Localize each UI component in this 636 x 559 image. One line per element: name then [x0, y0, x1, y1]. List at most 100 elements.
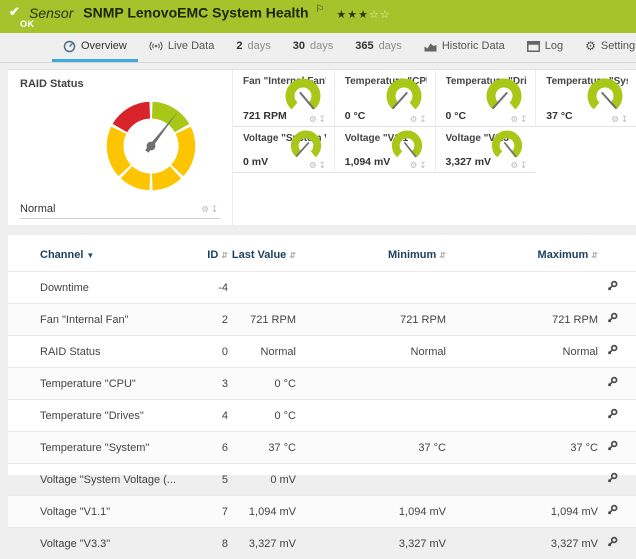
gear-icon[interactable]: ⚙	[410, 114, 420, 124]
cell-tools[interactable]	[598, 496, 636, 528]
tab-log[interactable]: Log	[516, 33, 574, 62]
sort-icon: ⇵	[221, 251, 228, 260]
cell-tools[interactable]	[598, 336, 636, 368]
gauge-tile-actions[interactable]: ⚙↧	[410, 114, 429, 125]
edit-channel-icon[interactable]	[607, 536, 618, 548]
cell-channel[interactable]: Temperature "Drives"	[8, 400, 183, 432]
cell-tools[interactable]	[598, 368, 636, 400]
cell-channel[interactable]: Downtime	[8, 272, 183, 304]
tab-overview[interactable]: Overview	[52, 33, 138, 62]
tab-2-days[interactable]: 2days	[225, 33, 281, 62]
stars-filled[interactable]: ★★★	[336, 9, 369, 21]
gear-icon[interactable]: ⚙	[611, 114, 621, 124]
gear-icon[interactable]: ⚙	[309, 114, 319, 124]
gauge-tile-3[interactable]: Temperature "Drives" 0 °C⚙↧	[435, 70, 536, 127]
cell-channel[interactable]: Fan "Internal Fan"	[8, 304, 183, 336]
column-header-id[interactable]: ID⇵	[183, 247, 228, 272]
edit-channel-icon[interactable]	[607, 440, 618, 452]
gauge-tile-actions[interactable]: ⚙↧	[309, 160, 328, 171]
cell-channel[interactable]: Temperature "CPU"	[8, 368, 183, 400]
channel-row-4[interactable]: Temperature "CPU"30 °C	[8, 368, 636, 400]
cell-maximum: Normal	[446, 336, 598, 368]
cell-id: 2	[183, 304, 228, 336]
gauge-tile-actions[interactable]: ⚙↧	[309, 114, 328, 125]
channel-row-5[interactable]: Temperature "Drives"40 °C	[8, 400, 636, 432]
cell-tools[interactable]	[598, 304, 636, 336]
tab-number: 365	[355, 40, 373, 52]
edit-channel-icon[interactable]	[607, 376, 618, 388]
gauge-tile-1[interactable]: Fan "Internal Fan" 721 RPM⚙↧	[233, 70, 334, 127]
cell-tools[interactable]	[598, 432, 636, 464]
sensor-tab-bar: OverviewLive Data2days30days365daysHisto…	[0, 33, 636, 63]
object-kind-label: Sensor	[29, 5, 73, 21]
channel-row-9[interactable]: Voltage "V3.3"83,327 mV3,327 mV3,327 mV	[8, 528, 636, 559]
edit-channel-icon[interactable]	[607, 280, 618, 292]
channel-row-1[interactable]: Downtime-4	[8, 272, 636, 304]
column-header-maximum[interactable]: Maximum⇵	[446, 247, 598, 272]
tab-historic-data[interactable]: Historic Data	[413, 33, 516, 62]
pin-icon[interactable]: ↧	[419, 160, 428, 170]
cell-maximum	[446, 464, 598, 496]
tab-label: days	[310, 40, 333, 52]
cell-last-value: 1,094 mV	[228, 496, 296, 528]
gear-icon[interactable]: ⚙	[309, 160, 319, 170]
column-header-channel[interactable]: Channel▼	[8, 247, 183, 272]
pin-icon[interactable]: ↧	[520, 160, 529, 170]
gauge-tile-actions[interactable]: ⚙↧	[410, 160, 429, 171]
tab-365-days[interactable]: 365days	[344, 33, 413, 62]
cell-channel[interactable]: Temperature "System"	[8, 432, 183, 464]
cell-tools[interactable]	[598, 272, 636, 304]
gauge-tile-6[interactable]: Voltage "V1.1" 1,094 mV⚙↧	[334, 127, 435, 173]
cell-channel[interactable]: Voltage "System Voltage (...	[8, 464, 183, 496]
edit-channel-icon[interactable]	[607, 472, 618, 484]
stars-empty[interactable]: ☆☆	[369, 9, 391, 21]
gauge-tile-actions[interactable]: ⚙↧	[201, 204, 220, 215]
cell-tools[interactable]	[598, 400, 636, 432]
gauge-tile-7[interactable]: Voltage "V3.3" 3,327 mV⚙↧	[435, 127, 536, 173]
sensor-status-banner: ✔ Sensor SNMP LenovoEMC System Health ⚐ …	[0, 0, 636, 33]
gauge-tile-4[interactable]: Temperature "System" 37 °C⚙↧	[535, 70, 636, 127]
gear-icon[interactable]: ⚙	[511, 160, 521, 170]
tab-live-data[interactable]: Live Data	[138, 33, 225, 62]
cell-id: 7	[183, 496, 228, 528]
tab-30-days[interactable]: 30days	[282, 33, 345, 62]
cell-tools[interactable]	[598, 528, 636, 559]
edit-channel-icon[interactable]	[607, 408, 618, 420]
cell-id: 0	[183, 336, 228, 368]
channel-row-3[interactable]: RAID Status0NormalNormalNormal	[8, 336, 636, 368]
gauge-tile-actions[interactable]: ⚙↧	[511, 160, 530, 171]
gauge-tile-actions[interactable]: ⚙↧	[611, 114, 630, 125]
pin-icon[interactable]: ↧	[419, 114, 428, 124]
cell-channel[interactable]: Voltage "V1.1"	[8, 496, 183, 528]
pin-icon[interactable]: ↧	[211, 204, 220, 214]
raid-status-tile[interactable]: RAID Status Normal ⚙↧	[8, 70, 233, 225]
channel-row-7[interactable]: Voltage "System Voltage (...50 mV	[8, 464, 636, 496]
channel-row-6[interactable]: Temperature "System"637 °C37 °C37 °C	[8, 432, 636, 464]
edit-channel-icon[interactable]	[607, 344, 618, 356]
channel-row-2[interactable]: Fan "Internal Fan"2721 RPM721 RPM721 RPM	[8, 304, 636, 336]
edit-channel-icon[interactable]	[607, 504, 618, 516]
channel-row-8[interactable]: Voltage "V1.1"71,094 mV1,094 mV1,094 mV	[8, 496, 636, 528]
pin-icon[interactable]: ↧	[621, 114, 630, 124]
cell-tools[interactable]	[598, 464, 636, 496]
gear-icon[interactable]: ⚙	[511, 114, 521, 124]
pin-icon[interactable]: ↧	[319, 114, 328, 124]
flag-icon[interactable]: ⚐	[316, 4, 325, 15]
gear-icon[interactable]: ⚙	[410, 160, 420, 170]
cell-channel[interactable]: RAID Status	[8, 336, 183, 368]
mini-gauge-dial	[482, 78, 526, 116]
gauge-tile-actions[interactable]: ⚙↧	[511, 114, 530, 125]
pin-icon[interactable]: ↧	[520, 114, 529, 124]
gauge-tile-5[interactable]: Voltage "System Voltage (12... 0 mV⚙↧	[233, 127, 334, 173]
cell-minimum	[296, 400, 446, 432]
pin-icon[interactable]: ↧	[319, 160, 328, 170]
gauge-tile-2[interactable]: Temperature "CPU" 0 °C⚙↧	[334, 70, 435, 127]
tab-settings[interactable]: ⚙Settings	[574, 33, 636, 62]
cell-minimum: 37 °C	[296, 432, 446, 464]
column-header-last-value[interactable]: Last Value⇵	[228, 247, 296, 272]
column-header-minimum[interactable]: Minimum⇵	[296, 247, 446, 272]
gear-icon[interactable]: ⚙	[201, 204, 211, 214]
edit-channel-icon[interactable]	[607, 312, 618, 324]
star-rating[interactable]: ★★★☆☆	[336, 9, 390, 21]
cell-channel[interactable]: Voltage "V3.3"	[8, 528, 183, 559]
